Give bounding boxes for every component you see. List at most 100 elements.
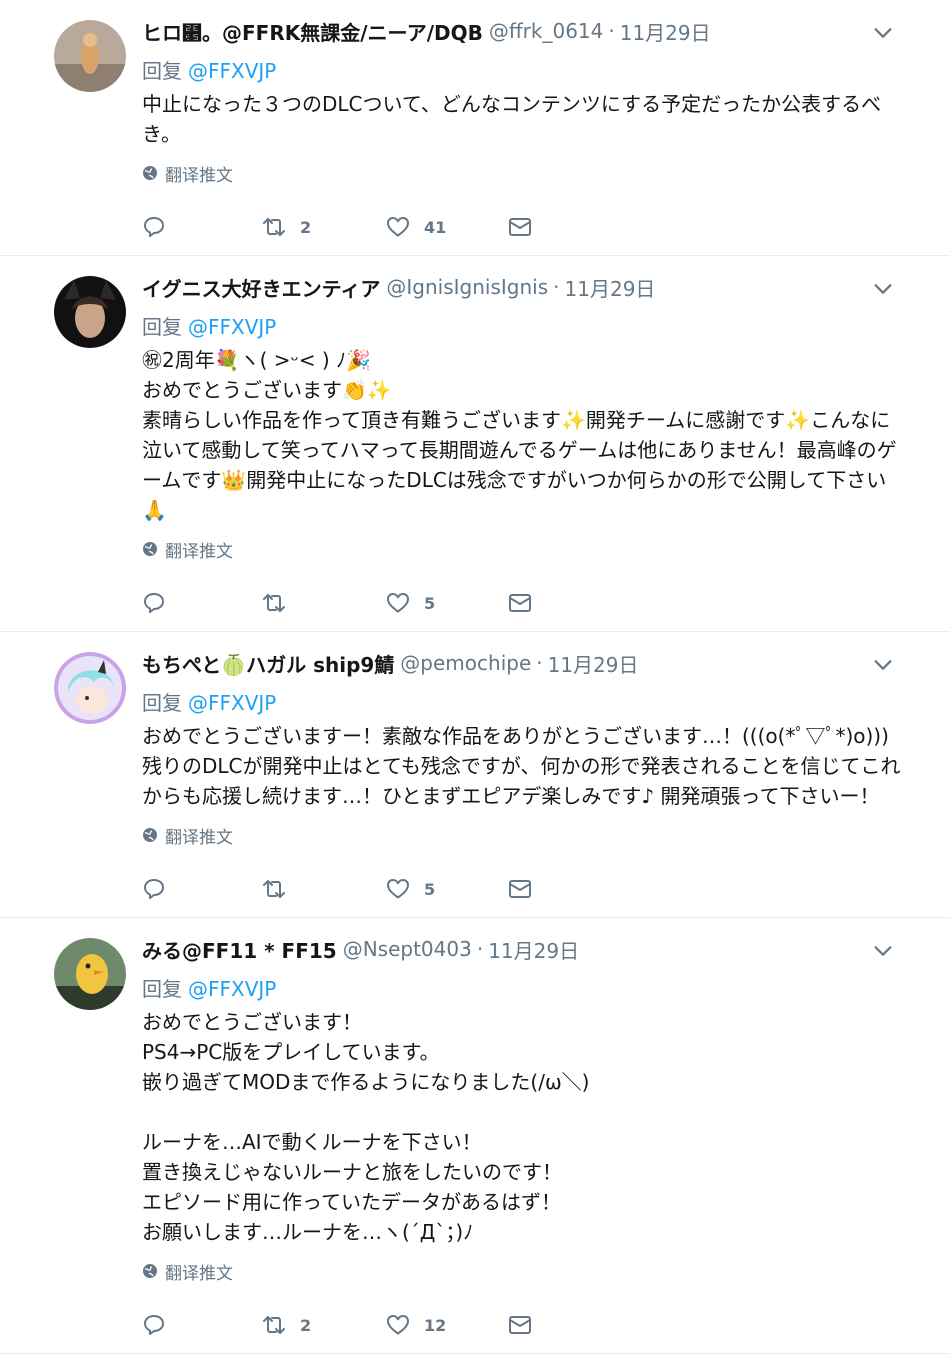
reply-context: 回复 @FFXVJP bbox=[142, 55, 930, 83]
heart-icon bbox=[387, 879, 409, 899]
globe-icon bbox=[143, 166, 157, 180]
translate-label: 翻译推文 bbox=[165, 827, 233, 848]
tweet[interactable]: イグニス大好きエンティア @IgnisIgnisIgnis · 11月29日 回… bbox=[0, 256, 950, 632]
reply-button[interactable] bbox=[142, 1313, 262, 1337]
display-name[interactable]: もちぺと🍈ハガル ship9鯖 bbox=[142, 649, 394, 678]
retweet-count: 2 bbox=[300, 217, 312, 237]
direct-message-button[interactable] bbox=[508, 591, 532, 615]
retweet-button[interactable]: 2 bbox=[262, 1313, 386, 1337]
translate-link[interactable]: 翻译推文 bbox=[142, 537, 930, 562]
envelope-icon bbox=[509, 218, 531, 236]
direct-message-button[interactable] bbox=[508, 215, 532, 239]
tweet-actions: 2 41 bbox=[142, 205, 930, 249]
reply-mention-link[interactable]: @FFXVJP bbox=[188, 315, 276, 339]
separator-dot: · bbox=[476, 937, 484, 961]
retweet-count: 2 bbox=[300, 1315, 312, 1335]
user-handle[interactable]: @Nsept0403 bbox=[343, 937, 472, 961]
retweet-icon bbox=[263, 1316, 285, 1334]
like-button[interactable]: 5 bbox=[386, 877, 508, 901]
display-name[interactable]: みる@FF11 * FF15 bbox=[142, 935, 337, 964]
like-button[interactable]: 41 bbox=[386, 215, 508, 239]
reply-context: 回复 @FFXVJP bbox=[142, 973, 930, 1001]
heart-icon bbox=[387, 1315, 409, 1335]
reply-context: 回复 @FFXVJP bbox=[142, 687, 930, 715]
timestamp[interactable]: 11月29日 bbox=[548, 649, 639, 678]
reply-icon bbox=[144, 879, 164, 899]
tweet-header: イグニス大好きエンティア @IgnisIgnisIgnis · 11月29日 bbox=[142, 273, 930, 302]
tweet-actions: 5 bbox=[142, 867, 930, 911]
user-handle[interactable]: @IgnisIgnisIgnis bbox=[386, 275, 548, 299]
avatar[interactable] bbox=[54, 938, 126, 1010]
separator-dot: · bbox=[608, 19, 615, 43]
like-button[interactable]: 12 bbox=[386, 1313, 508, 1337]
translate-link[interactable]: 翻译推文 bbox=[142, 823, 930, 848]
reply-icon bbox=[144, 217, 164, 237]
retweet-button[interactable]: 2 bbox=[262, 215, 386, 239]
tweet[interactable]: みる@FF11 * FF15 @Nsept0403 · 11月29日 回复 @FF… bbox=[0, 918, 950, 1354]
reply-icon bbox=[144, 593, 164, 613]
avatar[interactable] bbox=[54, 276, 126, 348]
reply-button[interactable] bbox=[142, 591, 262, 615]
tweet-actions: 2 12 bbox=[142, 1303, 930, 1347]
like-button[interactable]: 5 bbox=[386, 591, 508, 615]
like-count: 5 bbox=[424, 879, 436, 899]
reply-context: 回复 @FFXVJP bbox=[142, 311, 930, 339]
reply-label: 回复 bbox=[142, 315, 182, 339]
timestamp[interactable]: 11月29日 bbox=[488, 935, 579, 964]
tweet-text: おめでとうございます！ PS4→PC版をプレイしています。 嵌り過ぎてMODまで… bbox=[142, 1010, 590, 1244]
globe-icon bbox=[143, 828, 157, 842]
tweet-header: ヒロ⹥。@FFRK無課金/ニーア/DQB @ffrk_0614 · 11月29日 bbox=[142, 17, 930, 46]
reply-button[interactable] bbox=[142, 215, 262, 239]
separator-dot: · bbox=[536, 651, 543, 675]
tweet[interactable]: もちぺと🍈ハガル ship9鯖 @pemochipe · 11月29日 回复 @F… bbox=[0, 632, 950, 918]
retweet-button[interactable] bbox=[262, 591, 386, 615]
translate-label: 翻译推文 bbox=[165, 165, 233, 186]
display-name[interactable]: ヒロ⹥。@FFRK無課金/ニーア/DQB bbox=[142, 17, 483, 46]
retweet-icon bbox=[263, 880, 285, 898]
tweet-actions: 5 bbox=[142, 581, 930, 625]
reply-label: 回复 bbox=[142, 691, 182, 715]
separator-dot: · bbox=[553, 275, 560, 299]
translate-link[interactable]: 翻译推文 bbox=[142, 161, 930, 186]
tweet[interactable]: ヒロ⹥。@FFRK無課金/ニーア/DQB @ffrk_0614 · 11月29日… bbox=[0, 0, 950, 256]
user-handle[interactable]: @pemochipe bbox=[400, 651, 531, 675]
direct-message-button[interactable] bbox=[508, 1313, 532, 1337]
translate-link[interactable]: 翻译推文 bbox=[142, 1259, 930, 1284]
user-handle[interactable]: @ffrk_0614 bbox=[489, 19, 603, 43]
translate-label: 翻译推文 bbox=[165, 541, 233, 562]
tweet-text: 中止になった３つのDLCついて、どんなコンテンツにする予定だったか公表するべき。 bbox=[142, 92, 882, 146]
tweet-text: ㊗2周年💐ヽ( >ᵕ< ) ﾉ🎉 おめでとうございます👏✨ 素晴らしい作品を作っ… bbox=[142, 348, 897, 522]
reply-mention-link[interactable]: @FFXVJP bbox=[188, 691, 276, 715]
retweet-icon bbox=[263, 594, 285, 612]
tweet-header: もちぺと🍈ハガル ship9鯖 @pemochipe · 11月29日 bbox=[142, 649, 930, 678]
reply-button[interactable] bbox=[142, 877, 262, 901]
reply-icon bbox=[144, 1315, 164, 1335]
envelope-icon bbox=[509, 594, 531, 612]
globe-icon bbox=[143, 542, 157, 556]
envelope-icon bbox=[509, 880, 531, 898]
timestamp[interactable]: 11月29日 bbox=[620, 17, 711, 46]
avatar[interactable] bbox=[54, 20, 126, 92]
display-name[interactable]: イグニス大好きエンティア bbox=[142, 273, 380, 302]
chevron-down-icon[interactable] bbox=[872, 278, 894, 300]
like-count: 5 bbox=[424, 593, 436, 613]
reply-label: 回复 bbox=[142, 59, 182, 83]
direct-message-button[interactable] bbox=[508, 877, 532, 901]
reply-mention-link[interactable]: @FFXVJP bbox=[188, 977, 276, 1001]
timestamp[interactable]: 11月29日 bbox=[565, 273, 656, 302]
chevron-down-icon[interactable] bbox=[872, 654, 894, 676]
envelope-icon bbox=[509, 1316, 531, 1334]
retweet-icon bbox=[263, 218, 285, 236]
heart-icon bbox=[387, 217, 409, 237]
translate-label: 翻译推文 bbox=[165, 1263, 233, 1284]
globe-icon bbox=[143, 1264, 157, 1278]
chevron-down-icon[interactable] bbox=[872, 22, 894, 44]
tweet-header: みる@FF11 * FF15 @Nsept0403 · 11月29日 bbox=[142, 935, 930, 964]
tweet-text: おめでとうございますー！素敵な作品をありがとうございます…！(((o(*ﾟ▽ﾟ*… bbox=[142, 724, 901, 808]
retweet-button[interactable] bbox=[262, 877, 386, 901]
like-count: 41 bbox=[424, 217, 447, 237]
heart-icon bbox=[387, 593, 409, 613]
chevron-down-icon[interactable] bbox=[872, 940, 894, 962]
reply-mention-link[interactable]: @FFXVJP bbox=[188, 59, 276, 83]
avatar[interactable] bbox=[54, 652, 126, 724]
